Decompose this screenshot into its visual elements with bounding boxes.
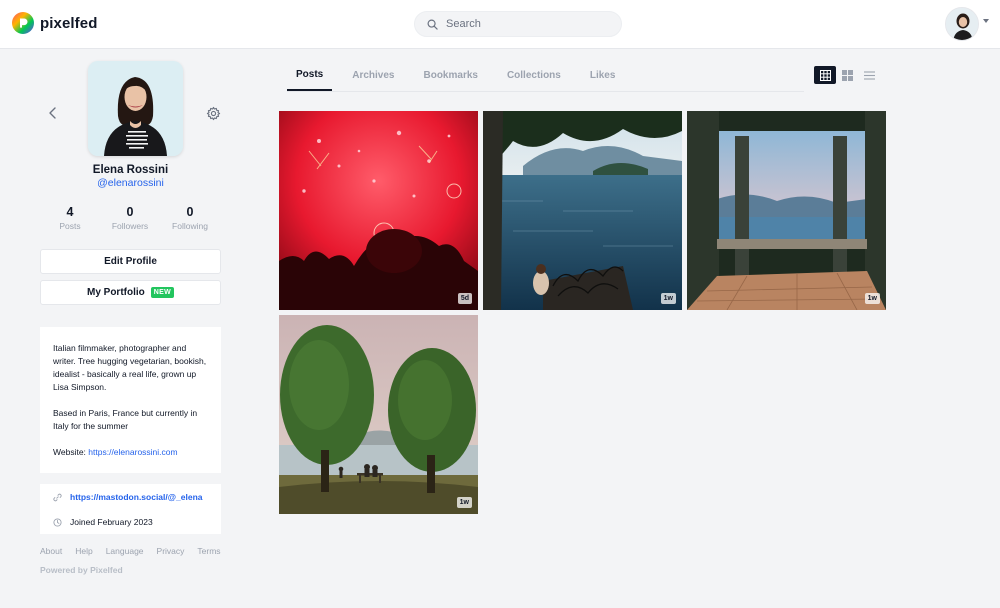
gear-icon[interactable] (206, 106, 221, 121)
tab-posts[interactable]: Posts (287, 60, 333, 91)
post-tile[interactable]: 1w (483, 111, 682, 310)
footer-link-help[interactable]: Help (75, 546, 92, 556)
website-link[interactable]: https://elenarossini.com (88, 447, 177, 457)
footer-link-terms[interactable]: Terms (197, 546, 220, 556)
post-time-badge: 5d (457, 293, 472, 304)
edit-profile-label: Edit Profile (104, 256, 157, 267)
profile-link-row: https://mastodon.social/@_elena (53, 492, 203, 502)
brand-name: pixelfed (40, 14, 98, 32)
profile-tabs: Posts Archives Bookmarks Collections Lik… (287, 60, 804, 92)
profile-info-card: https://mastodon.social/@_elena Joined F… (40, 484, 221, 534)
stat-value: 0 (186, 205, 194, 219)
masonry-icon (841, 69, 853, 81)
chevron-left-icon[interactable] (46, 106, 60, 120)
user-avatar-button[interactable] (945, 7, 979, 41)
stat-label: Followers (111, 221, 149, 231)
post-image-loggia-arches (687, 111, 886, 310)
tab-likes[interactable]: Likes (581, 60, 625, 91)
bio-paragraph: Italian filmmaker, photographer and writ… (53, 343, 207, 392)
new-badge: NEW (150, 287, 174, 298)
post-time-badge: 1w (660, 293, 676, 304)
avatar (946, 8, 978, 40)
footer-link-privacy[interactable]: Privacy (157, 546, 185, 556)
tab-bookmarks[interactable]: Bookmarks (414, 60, 486, 91)
stat-posts[interactable]: 4 Posts (40, 205, 100, 231)
search-bar[interactable] (414, 11, 622, 37)
my-portfolio-label: My Portfolio (86, 287, 145, 298)
footer-link-about[interactable]: About (40, 546, 62, 556)
footer-link-language[interactable]: Language (106, 546, 144, 556)
profile-display-name: Elena Rossini (92, 164, 169, 176)
search-input[interactable] (446, 18, 606, 30)
profile-stats: 4 Posts 0 Followers 0 Following (40, 205, 220, 231)
bio-paragraph: Based in Paris, France but currently in … (53, 408, 198, 431)
footer-links: About Help Language Privacy Terms (40, 546, 221, 556)
top-navbar: pixelfed (0, 0, 1000, 49)
bio-website: Website: https://elenarossini.com (53, 446, 208, 459)
clock-icon (53, 517, 62, 527)
joined-row: Joined February 2023 (53, 517, 153, 527)
profile-external-link[interactable]: https://mastodon.social/@_elena (70, 492, 203, 502)
post-image-fireworks (279, 111, 478, 310)
list-icon (863, 70, 875, 80)
brand-link[interactable]: pixelfed (12, 12, 97, 34)
tab-archives[interactable]: Archives (343, 60, 403, 91)
profile-avatar (88, 61, 183, 156)
website-label: Website: (53, 447, 86, 457)
post-tile[interactable]: 1w (687, 111, 886, 310)
my-portfolio-button[interactable]: My Portfolio NEW (40, 280, 221, 305)
post-time-badge: 1w (456, 497, 472, 508)
powered-by[interactable]: Powered by Pixelfed (40, 565, 123, 575)
stat-followers[interactable]: 0 Followers (100, 205, 160, 231)
stat-value: 4 (66, 205, 74, 219)
tab-collections[interactable]: Collections (498, 60, 570, 91)
layout-toggle-group (814, 66, 880, 84)
stat-label: Following (172, 221, 208, 231)
post-tile[interactable]: 1w (279, 315, 478, 514)
stat-label: Posts (59, 221, 81, 231)
search-icon (427, 19, 438, 30)
masonry-view-button[interactable] (836, 66, 858, 84)
post-image-lake-balcony (483, 111, 682, 310)
grid-view-button[interactable] (814, 66, 836, 84)
joined-date: Joined February 2023 (70, 517, 153, 527)
grid-icon (819, 69, 831, 81)
stat-value: 0 (126, 205, 134, 219)
stat-following[interactable]: 0 Following (160, 205, 220, 231)
list-view-button[interactable] (858, 66, 880, 84)
link-icon (53, 493, 62, 501)
pixelfed-logo-icon (12, 12, 34, 34)
post-image-trees-lakeside (279, 315, 478, 514)
profile-username[interactable]: @elenarossini (40, 177, 221, 189)
chevron-down-icon[interactable] (983, 19, 989, 23)
post-time-badge: 1w (864, 293, 880, 304)
edit-profile-button[interactable]: Edit Profile (40, 249, 221, 274)
bio-card: Italian filmmaker, photographer and writ… (40, 327, 221, 473)
post-tile[interactable]: 5d (279, 111, 478, 310)
